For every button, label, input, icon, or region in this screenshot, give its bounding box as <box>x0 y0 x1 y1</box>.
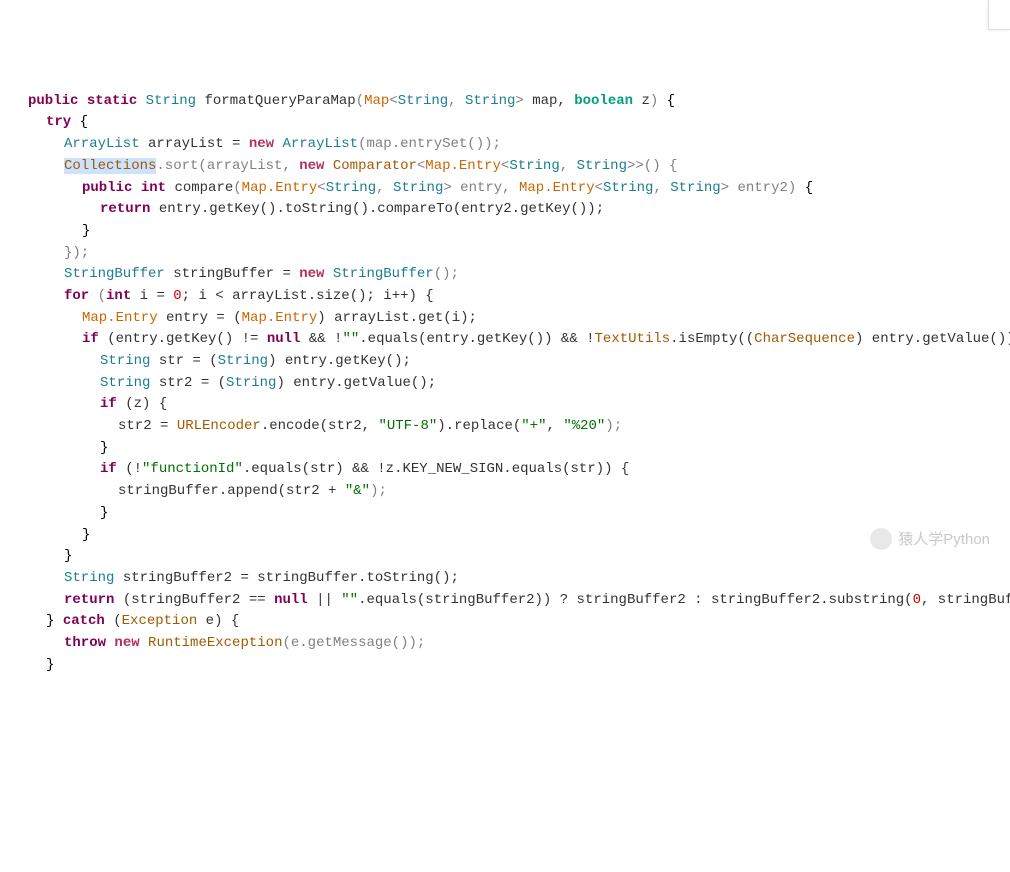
keyword-new: new <box>249 136 274 152</box>
class-charsequence: CharSequence <box>754 331 855 347</box>
watermark: 猿人学Python <box>870 528 990 551</box>
class-textutils: TextUtils <box>595 331 671 347</box>
keyword-throw: throw <box>64 635 106 651</box>
type-stringbuffer: StringBuffer <box>64 266 165 282</box>
class-runtime-exception: RuntimeException <box>148 635 282 651</box>
class-comparator: Comparator <box>333 158 417 174</box>
keyword-return: return <box>100 201 150 217</box>
class-exception: Exception <box>122 613 198 629</box>
code-editor[interactable]: public static String formatQueryParaMap(… <box>10 91 1010 677</box>
keyword-try: try <box>46 114 71 130</box>
type-arraylist: ArrayList <box>64 136 140 152</box>
keyword-if: if <box>82 331 99 347</box>
keyword-for: for <box>64 288 89 304</box>
wechat-icon <box>870 528 892 550</box>
class-urlencoder: URLEncoder <box>177 418 261 434</box>
keyword-catch: catch <box>63 613 105 629</box>
keyword-boolean: boolean <box>574 93 633 109</box>
method-name: formatQueryParaMap <box>204 93 355 109</box>
class-map: Map <box>364 93 389 109</box>
keyword-static: static <box>87 93 137 109</box>
keyword-public: public <box>28 93 78 109</box>
type-string: String <box>146 93 196 109</box>
class-collections: Collections <box>64 158 156 174</box>
watermark-text: 猿人学Python <box>898 528 990 551</box>
editor-tab-corner[interactable] <box>988 0 1010 30</box>
